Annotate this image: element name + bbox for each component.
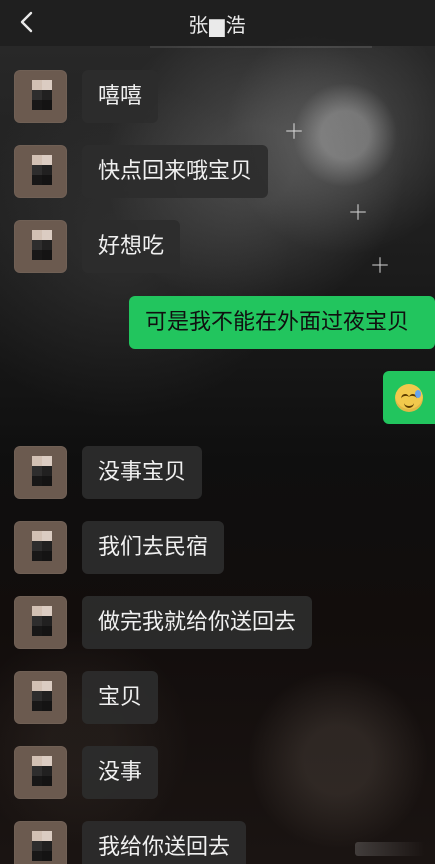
message-text: 没事宝贝 bbox=[98, 459, 187, 485]
incoming-message-bubble[interactable]: 我们去民宿 bbox=[82, 521, 225, 574]
message-text: 好想吃 bbox=[98, 233, 165, 259]
chat-wallpaper bbox=[0, 0, 435, 864]
message-text: 快点回来哦宝贝 bbox=[98, 158, 253, 184]
incoming-message-bubble[interactable]: 嘻嘻 bbox=[82, 70, 159, 123]
outgoing-emoji-bubble[interactable] bbox=[383, 371, 435, 424]
back-button[interactable] bbox=[12, 7, 42, 37]
incoming-message-bubble[interactable]: 没事 bbox=[82, 746, 159, 799]
contact-avatar[interactable] bbox=[14, 821, 67, 864]
message-text: 我给你送回去 bbox=[98, 834, 231, 860]
chat-title: 张▆浩 bbox=[188, 12, 247, 37]
corner-watermark bbox=[355, 842, 425, 856]
contact-avatar[interactable] bbox=[14, 145, 67, 198]
incoming-message-bubble[interactable]: 我给你送回去 bbox=[82, 821, 247, 864]
incoming-message-bubble[interactable]: 快点回来哦宝贝 bbox=[82, 145, 269, 198]
message-text: 我们去民宿 bbox=[98, 534, 209, 560]
contact-avatar[interactable] bbox=[14, 70, 67, 123]
contact-avatar[interactable] bbox=[14, 746, 67, 799]
outgoing-message-bubble[interactable]: 可是我不能在外面过夜宝贝 bbox=[129, 296, 435, 349]
incoming-message-bubble[interactable]: 没事宝贝 bbox=[82, 446, 203, 499]
top-navigation-bar: 张▆浩 bbox=[0, 0, 435, 46]
message-text: 没事 bbox=[98, 759, 143, 785]
sweat-smile-emoji bbox=[395, 383, 423, 412]
contact-avatar[interactable] bbox=[14, 671, 67, 724]
message-text: 嘻嘻 bbox=[98, 83, 143, 109]
message-text: 宝贝 bbox=[98, 684, 143, 710]
chevron-left-icon bbox=[19, 11, 35, 33]
nav-divider bbox=[150, 46, 372, 48]
message-text: 做完我就给你送回去 bbox=[98, 609, 297, 635]
chat-screen: 张▆浩 嘻嘻 快点回来哦宝贝 好想吃 可是我不能在外面过夜宝贝 没事宝贝 我们去… bbox=[0, 0, 435, 864]
incoming-message-bubble[interactable]: 做完我就给你送回去 bbox=[82, 596, 313, 649]
incoming-message-bubble[interactable]: 宝贝 bbox=[82, 671, 159, 724]
incoming-message-bubble[interactable]: 好想吃 bbox=[82, 220, 181, 273]
contact-avatar[interactable] bbox=[14, 596, 67, 649]
contact-avatar[interactable] bbox=[14, 521, 67, 574]
message-text: 可是我不能在外面过夜宝贝 bbox=[145, 309, 410, 335]
contact-avatar[interactable] bbox=[14, 220, 67, 273]
contact-avatar[interactable] bbox=[14, 446, 67, 499]
